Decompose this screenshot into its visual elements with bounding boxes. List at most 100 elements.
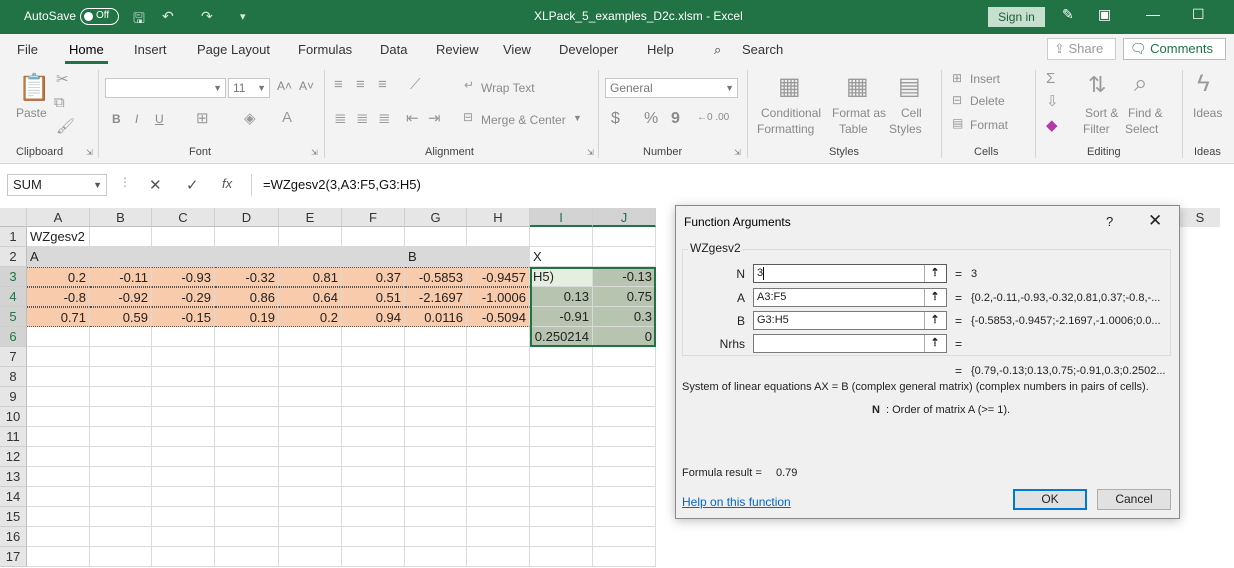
cell[interactable]: [593, 227, 656, 247]
ideas-button[interactable]: Ideas: [1193, 106, 1222, 120]
header-band-cell[interactable]: [279, 247, 342, 267]
cell[interactable]: [27, 547, 90, 567]
cell[interactable]: [467, 347, 530, 367]
active-cell-i3[interactable]: H5): [530, 267, 593, 287]
cell[interactable]: [27, 347, 90, 367]
format-as-table-icon[interactable]: ▦: [846, 72, 869, 101]
column-header-e[interactable]: E: [279, 208, 342, 227]
cell[interactable]: [279, 447, 342, 467]
close-icon[interactable]: ✕: [1148, 211, 1162, 231]
cell[interactable]: [279, 487, 342, 507]
increase-decimal-icon[interactable]: ←0 .00: [697, 112, 729, 123]
tab-insert[interactable]: Insert: [134, 42, 167, 57]
cell[interactable]: [27, 467, 90, 487]
collapse-dialog-icon[interactable]: ⇡: [924, 289, 945, 306]
cell[interactable]: [405, 467, 467, 487]
cancel-button[interactable]: Cancel: [1097, 489, 1171, 510]
fill-color-icon[interactable]: ◈: [244, 109, 256, 127]
label-b[interactable]: B: [405, 247, 467, 267]
cell[interactable]: [90, 547, 152, 567]
cell[interactable]: [215, 507, 279, 527]
insert-function-icon[interactable]: fx: [222, 176, 232, 191]
cell[interactable]: [405, 527, 467, 547]
column-header-b[interactable]: B: [90, 208, 152, 227]
column-header-g[interactable]: G: [405, 208, 467, 227]
cell[interactable]: [152, 467, 215, 487]
percent-button[interactable]: %: [644, 110, 658, 128]
matrix-x-cell[interactable]: 0.75: [593, 287, 656, 307]
cell[interactable]: [405, 487, 467, 507]
cell[interactable]: [467, 447, 530, 467]
align-left-icon[interactable]: ≣: [334, 109, 347, 127]
cell-styles-icon[interactable]: ▤: [898, 72, 921, 101]
row-header-17[interactable]: 17: [0, 547, 27, 567]
cell[interactable]: [593, 467, 656, 487]
cell[interactable]: [342, 407, 405, 427]
ideas-icon[interactable]: ϟ: [1197, 70, 1210, 98]
paste-button[interactable]: Paste: [16, 106, 47, 120]
undo-icon[interactable]: ↶: [162, 8, 174, 25]
conditional-formatting-icon[interactable]: ▦: [778, 72, 801, 101]
matrix-b-cell[interactable]: -1.0006: [467, 287, 530, 307]
cell[interactable]: [90, 347, 152, 367]
cell[interactable]: [90, 387, 152, 407]
matrix-x-cell[interactable]: 0.250214: [530, 327, 593, 347]
cell[interactable]: [152, 367, 215, 387]
maximize-icon[interactable]: ☐: [1192, 6, 1205, 23]
cell[interactable]: [467, 527, 530, 547]
cell[interactable]: [215, 467, 279, 487]
cell[interactable]: [467, 227, 530, 247]
matrix-a-cell[interactable]: 0.81: [279, 267, 342, 287]
cell-styles-button[interactable]: Cell: [901, 106, 922, 120]
row-header-7[interactable]: 7: [0, 347, 27, 367]
header-band-cell[interactable]: [342, 247, 405, 267]
cell[interactable]: [90, 527, 152, 547]
minimize-icon[interactable]: —: [1146, 6, 1160, 22]
cell[interactable]: [152, 327, 215, 347]
font-color-icon[interactable]: A: [282, 109, 292, 126]
autosave-toggle[interactable]: Off: [80, 8, 119, 25]
matrix-b-cell[interactable]: -0.9457: [467, 267, 530, 287]
cell[interactable]: [279, 407, 342, 427]
column-header-c[interactable]: C: [152, 208, 215, 227]
search-box[interactable]: Search: [742, 42, 783, 57]
orientation-icon[interactable]: ⟋: [410, 76, 421, 93]
sort-filter-button[interactable]: Sort &: [1085, 106, 1118, 120]
column-header-h[interactable]: H: [467, 208, 530, 227]
cell[interactable]: [27, 507, 90, 527]
clear-icon[interactable]: ◆: [1046, 116, 1058, 134]
cell[interactable]: [530, 427, 593, 447]
cell[interactable]: [342, 227, 405, 247]
cell[interactable]: [467, 327, 530, 347]
cell[interactable]: [593, 407, 656, 427]
wrap-text-button[interactable]: Wrap Text: [481, 81, 535, 95]
cell[interactable]: [405, 347, 467, 367]
matrix-a-cell[interactable]: 0.19: [215, 307, 279, 327]
cell[interactable]: [405, 367, 467, 387]
format-cells-button[interactable]: Format: [970, 118, 1008, 132]
ok-button[interactable]: OK: [1013, 489, 1087, 510]
tab-page-layout[interactable]: Page Layout: [197, 42, 270, 57]
grow-font-icon[interactable]: A˄: [277, 79, 292, 93]
cell[interactable]: [530, 547, 593, 567]
arg-input-n[interactable]: 3: [753, 264, 947, 283]
row-header-9[interactable]: 9: [0, 387, 27, 407]
row-header-15[interactable]: 15: [0, 507, 27, 527]
copy-icon[interactable]: ⧉: [54, 94, 65, 111]
align-middle-icon[interactable]: ≡: [356, 76, 365, 93]
matrix-b-cell[interactable]: -0.5094: [467, 307, 530, 327]
cell[interactable]: [215, 487, 279, 507]
paste-icon[interactable]: 📋: [18, 72, 50, 103]
matrix-a-cell[interactable]: 0.59: [90, 307, 152, 327]
sign-in-button[interactable]: Sign in: [988, 7, 1045, 27]
find-select-icon[interactable]: ⌕: [1134, 70, 1147, 98]
cell[interactable]: [90, 467, 152, 487]
header-band-cell[interactable]: [90, 247, 152, 267]
share-button[interactable]: ⇪ Share: [1047, 38, 1116, 60]
cell[interactable]: [27, 327, 90, 347]
cell[interactable]: [279, 367, 342, 387]
row-header-10[interactable]: 10: [0, 407, 27, 427]
cell[interactable]: [279, 347, 342, 367]
insert-cells-button[interactable]: Insert: [970, 72, 1000, 86]
cell[interactable]: [405, 427, 467, 447]
